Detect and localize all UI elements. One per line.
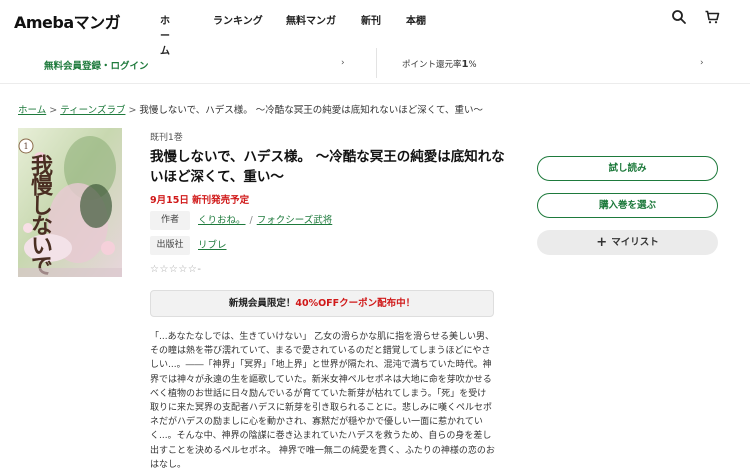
book-description: 「...あなたなしでは、生きていけない」 乙女の滑らかな肌に指を滑らせる美しい男…: [150, 332, 495, 468]
coupon-banner[interactable]: 新規会員限定！40%OFFクーポン配布中！: [150, 290, 494, 317]
breadcrumb-category[interactable]: ティーンズラブ: [60, 105, 125, 116]
book-cover[interactable]: 1 我慢しないでハデス様: [18, 128, 122, 277]
trial-read-button[interactable]: 試し読み: [537, 156, 718, 181]
signup-login-link[interactable]: 無料会員登録・ログイン: [44, 58, 149, 72]
search-icon[interactable]: [671, 9, 687, 25]
points-unit: %: [468, 60, 477, 70]
coupon-highlight: 40%OFFクーポン配布中！: [295, 298, 416, 309]
points-link[interactable]: ポイント還元率1%: [402, 58, 477, 70]
nav-new-releases[interactable]: 新刊: [361, 12, 401, 27]
nav-ranking[interactable]: ランキング: [213, 12, 273, 27]
nav-free-manga[interactable]: 無料マンガ: [286, 12, 346, 27]
cover-illustration: 1 我慢しないでハデス様: [18, 128, 122, 277]
breadcrumb-sep: >: [49, 105, 58, 116]
promo-bar: 無料会員登録・ログイン › ポイント還元率1% ›: [0, 44, 750, 84]
breadcrumb-sep: >: [128, 105, 137, 116]
breadcrumb-current: 我慢しないで、ハデス様。 〜冷酷な冥王の純愛は底知れないほど深くて、重い〜: [139, 105, 484, 116]
book-title: 我慢しないで、ハデス様。 〜冷酷な冥王の純愛は底知れないほど深くて、重い〜: [150, 149, 505, 185]
breadcrumb-home[interactable]: ホーム: [18, 105, 46, 116]
points-label: ポイント還元率: [402, 60, 462, 70]
mylist-label: マイリスト: [611, 237, 659, 248]
cover-volume: 1: [23, 142, 28, 151]
cart-icon[interactable]: [704, 9, 720, 25]
plus-icon: +: [596, 235, 608, 250]
rating: ☆☆☆☆☆-: [150, 264, 201, 275]
release-notice: 9月15日 新刊発売予定: [150, 195, 250, 206]
logo[interactable]: Amebaマンガ: [14, 9, 121, 33]
rating-value: -: [197, 264, 202, 275]
signup-arrow-icon: ›: [341, 58, 345, 68]
points-arrow-icon: ›: [700, 58, 704, 68]
divider: [376, 48, 377, 78]
publisher-label: 出版社: [150, 236, 190, 255]
rating-stars: ☆☆☆☆☆: [150, 264, 198, 275]
publisher-link[interactable]: リブレ: [198, 240, 227, 251]
add-mylist-button[interactable]: + マイリスト: [537, 230, 718, 255]
header: Amebaマンガ ホーム ランキング 無料マンガ 新刊 本棚: [0, 0, 750, 57]
author-link[interactable]: フォクシーズ武将: [257, 215, 333, 226]
author-separator: /: [249, 215, 253, 226]
volume-status: 既刊1巻: [150, 133, 183, 143]
breadcrumb: ホーム > ティーンズラブ > 我慢しないで、ハデス様。 〜冷酷な冥王の純愛は底知れない…: [18, 102, 483, 116]
author-label: 作者: [150, 211, 190, 230]
publisher-value: リブレ: [198, 236, 227, 255]
author-values: くりおね。 / フォクシーズ武将: [198, 211, 332, 230]
cover-title-text: 我慢しないでハデス様: [27, 154, 53, 277]
select-volume-button[interactable]: 購入巻を選ぶ: [537, 193, 718, 218]
coupon-prefix: 新規会員限定！: [228, 298, 296, 309]
nav-bookshelf[interactable]: 本棚: [406, 12, 446, 27]
author-link[interactable]: くりおね。: [198, 215, 246, 226]
